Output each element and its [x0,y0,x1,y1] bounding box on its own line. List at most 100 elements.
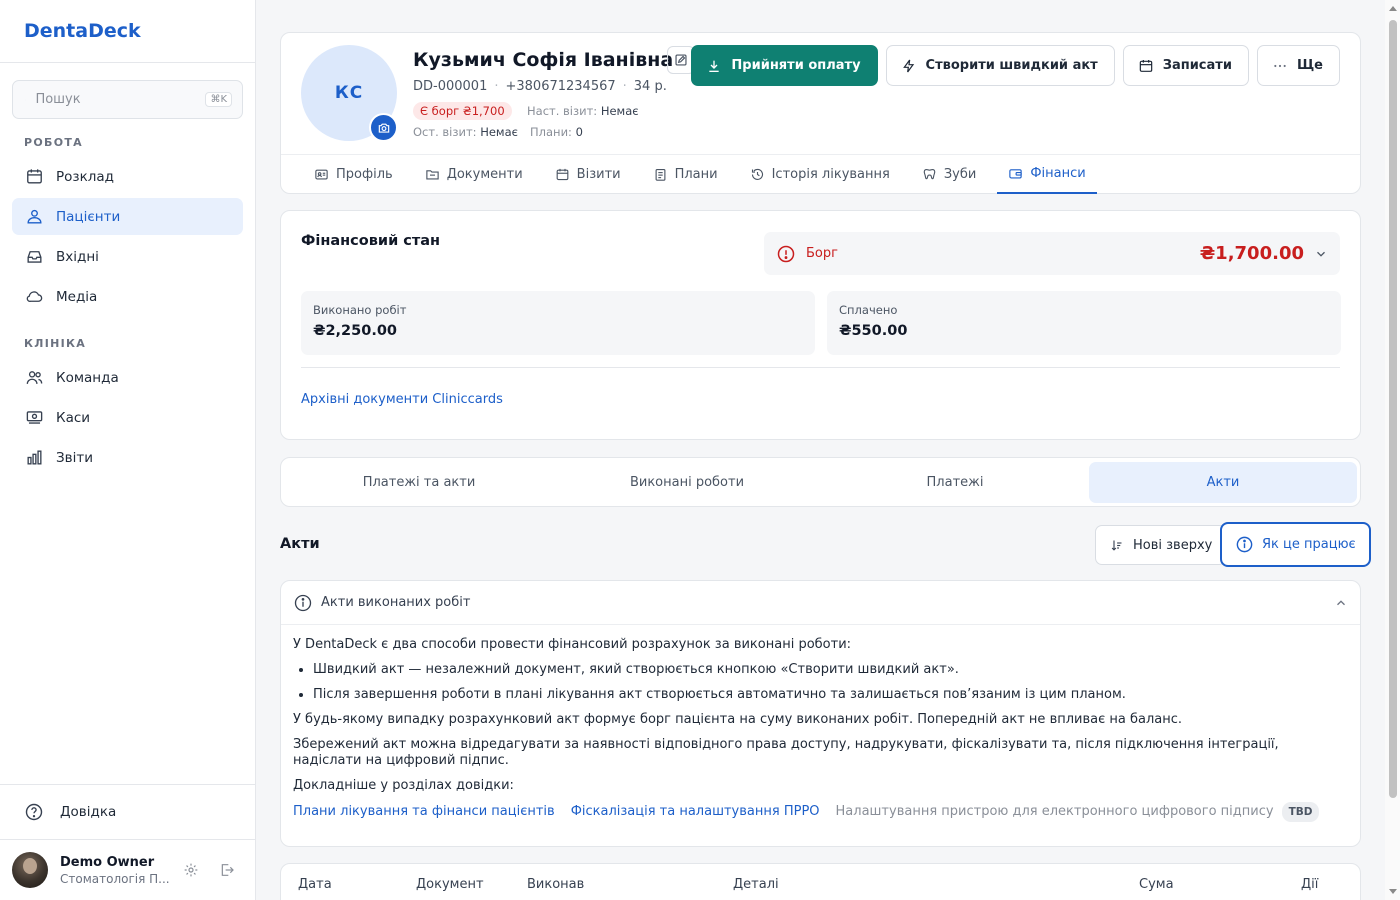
info-paragraph: У будь-якому випадку розрахунковий акт ф… [293,712,1183,727]
paid-value: ₴550.00 [839,323,908,339]
tab-label: Зуби [943,167,977,182]
subtab-completed-works[interactable]: Виконані роботи [553,462,821,503]
plans-label: Плани: [530,125,572,139]
acts-title: Акти [280,536,320,552]
tab-treatment-history[interactable]: Історія лікування [739,155,901,194]
chevron-down-icon [1317,251,1325,257]
camera-button[interactable] [369,113,398,142]
section-clinic: КЛІНІКА [24,337,87,350]
column-header-document[interactable]: Документ [416,877,484,892]
info-icon [1236,536,1253,553]
column-header-details[interactable]: Деталі [733,877,779,892]
how-it-works-button[interactable]: Як це працює [1220,522,1371,567]
sidebar-item-team[interactable]: Команда [12,359,243,396]
archive-documents-link[interactable]: Архівні документи Cliniccards [301,392,503,407]
tooth-icon [923,168,936,180]
quick-act-button[interactable]: Створити швидкий акт [885,45,1115,86]
tab-plans[interactable]: Плани [642,155,729,194]
debt-badge: Є борг ₴1,700 [413,102,512,120]
sort-icon [1111,540,1122,551]
tab-label: Документи [446,167,523,182]
work-done-label: Виконано робіт [313,303,407,317]
last-visit: Ост. візит: Немає [413,125,518,139]
tab-visits[interactable]: Візити [544,155,632,194]
alert-icon [777,245,795,262]
search-box[interactable]: ⌘K [12,80,243,119]
users-icon [24,207,44,227]
more-button[interactable]: Ще [1256,45,1340,86]
patient-header-card: КС Кузьмич Софія Іванівна DD-000001 · +3… [280,32,1361,194]
scrollbar-thumb[interactable] [1389,20,1397,798]
debt-amount: ₴1,700.00 [1199,243,1304,264]
sidebar-item-help[interactable]: Довідка [24,802,116,822]
calendar-icon [556,168,569,181]
finance-divider [301,367,1340,368]
work-done-value: ₴2,250.00 [313,323,398,339]
tab-documents[interactable]: Документи [414,155,534,194]
column-header-amount[interactable]: Сума [1139,877,1174,892]
how-label: Як це працює [1262,537,1356,552]
sidebar-item-reports[interactable]: Звіти [12,439,243,476]
subtab-payments[interactable]: Платежі [821,462,1089,503]
gear-icon[interactable] [183,862,199,878]
tab-finance[interactable]: Фінанси [997,155,1097,194]
search-input[interactable] [35,92,206,107]
sort-newest-button[interactable]: Нові зверху [1095,525,1227,565]
column-header-performer[interactable]: Виконав [527,877,584,892]
sidebar-item-label: Медіа [56,288,98,305]
sidebar-item-media[interactable]: Медіа [12,278,243,315]
help-link-signature-device: Налаштування пристрою для електронного ц… [835,804,1274,819]
quick-act-label: Створити швидкий акт [925,58,1098,73]
sidebar-item-schedule[interactable]: Розклад [12,158,243,195]
sidebar-item-inbox[interactable]: Вхідні [12,238,243,275]
sidebar-item-label: Розклад [56,168,114,185]
sidebar-item-label: Команда [56,369,119,386]
tbd-badge: TBD [1281,802,1320,822]
debt-summary[interactable]: Борг ₴1,700.00 [764,232,1340,275]
help-link-fiscalization[interactable]: Фіскалізація та налаштування ПРРО [571,804,820,820]
scroll-up-arrow[interactable] [1389,6,1397,11]
info-paragraph: Збережений акт можна відредагувати за на… [293,737,1279,768]
last-visit-label: Ост. візит: [413,125,477,139]
column-header-actions[interactable]: Дії [1301,877,1318,892]
more-label: Ще [1296,58,1323,73]
user-name: Demo Owner [60,854,155,870]
info-card-header[interactable]: Акти виконаних робіт [281,581,1360,625]
column-header-date[interactable]: Дата [298,877,332,892]
info-list: Швидкий акт — незалежний документ, який … [313,662,1348,703]
page-scrollbar[interactable] [1385,0,1400,900]
accept-payment-button[interactable]: Прийняти оплату [691,45,878,86]
search-shortcut: ⌘K [205,92,232,107]
schedule-button[interactable]: Записати [1122,45,1249,86]
sidebar-item-label: Вхідні [56,248,99,265]
help-link-treatment-plans[interactable]: Плани лікування та фінанси пацієнтів [293,804,555,820]
sidebar-item-patients[interactable]: Пацієнти [12,198,243,235]
help-icon [25,803,43,821]
logout-icon[interactable] [219,862,235,878]
help-links: Плани лікування та фінанси пацієнтів Фіс… [293,802,1348,822]
lightning-icon [902,59,914,72]
sidebar-divider [0,839,255,840]
sidebar-item-cash[interactable]: Каси [12,399,243,436]
help-label: Довідка [60,804,117,820]
user-profile[interactable]: Demo Owner Стоматологія П... [12,852,170,888]
tab-teeth[interactable]: Зуби [911,155,988,194]
sidebar: DentaDeck ⌘K РОБОТА Розклад Пацієнти Вхі… [0,0,256,900]
sidebar-item-label: Пацієнти [56,208,121,225]
patient-name: Кузьмич Софія Іванівна [413,49,674,71]
tab-profile[interactable]: Профіль [303,155,404,194]
brand-logo[interactable]: DentaDeck [0,0,255,63]
subtab-acts[interactable]: Акти [1089,462,1357,503]
clipboard-icon [655,168,666,181]
next-visit-value: Немає [600,104,639,118]
paid-stat: Сплачено ₴550.00 [827,291,1341,355]
tab-label: Історія лікування [771,167,890,182]
chevron-up-icon[interactable] [1334,596,1348,610]
tab-label: Візити [576,167,621,182]
sidebar-divider [0,784,255,785]
subtab-payments-acts[interactable]: Платежі та акти [285,462,553,503]
scroll-down-arrow[interactable] [1389,889,1397,894]
finance-title: Фінансовий стан [301,233,441,249]
sort-label: Нові зверху [1133,537,1213,553]
finance-subtabs: Платежі та акти Виконані роботи Платежі … [280,457,1361,507]
